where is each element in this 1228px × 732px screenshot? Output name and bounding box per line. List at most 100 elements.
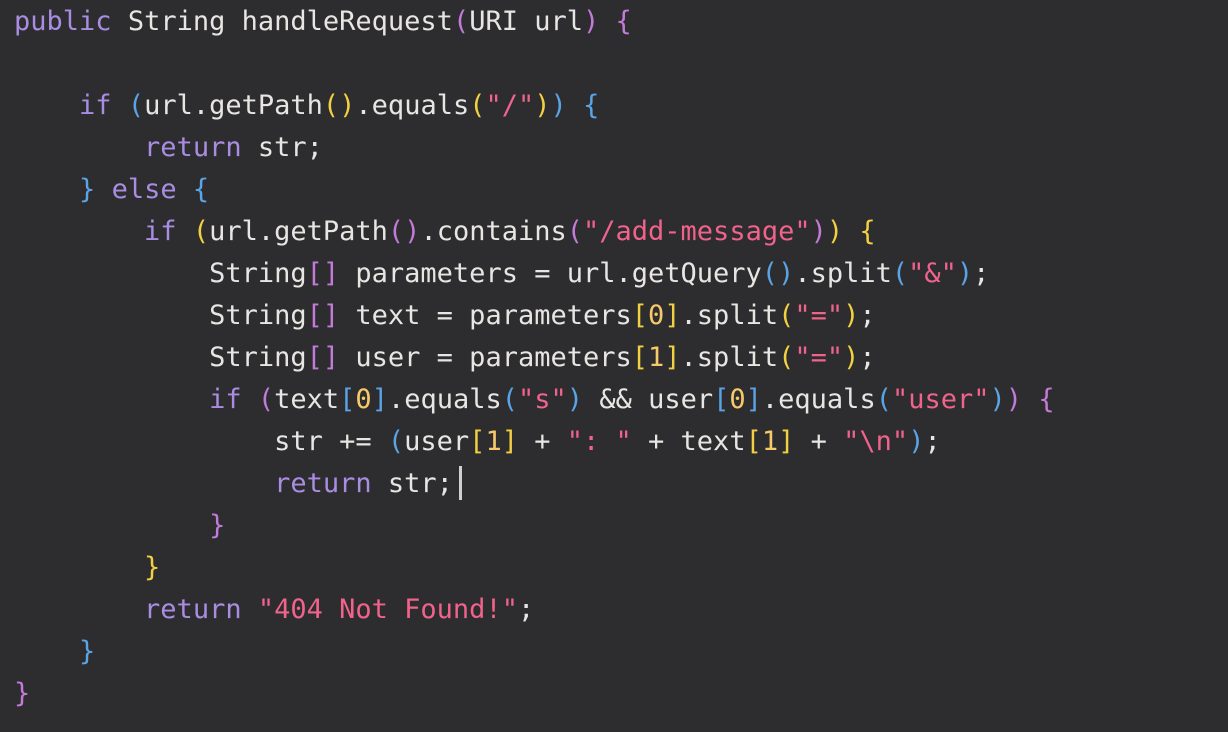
code-token: ] (778, 426, 795, 457)
code-token: .split (794, 258, 892, 289)
code-token: + (517, 426, 567, 457)
code-token: ; (517, 594, 535, 625)
code-token: url (517, 6, 584, 37)
code-line[interactable]: } (14, 673, 1228, 715)
code-token: "/add-message" (583, 216, 811, 247)
code-token: [] (306, 258, 340, 289)
code-token: ( (875, 384, 892, 415)
code-token: str; (241, 132, 323, 163)
code-token: 1 (761, 426, 779, 457)
code-token: ) (778, 258, 795, 289)
code-token: } (79, 174, 96, 205)
code-token: url.getPath (209, 216, 388, 247)
code-token: user (404, 426, 470, 457)
code-line[interactable]: if (url.getPath().contains("/add-message… (14, 211, 1228, 253)
code-area[interactable]: public String handleRequest(URI url) { i… (14, 0, 1228, 715)
code-token: ( (469, 90, 486, 121)
code-token: String (127, 6, 226, 37)
code-token: { (1038, 384, 1055, 415)
code-token: ( (387, 426, 405, 457)
code-token: ) (908, 426, 925, 457)
code-token: ) (810, 216, 827, 247)
code-token: ( (387, 216, 405, 247)
code-token: ) (534, 90, 551, 121)
code-token: URI (469, 6, 518, 37)
code-token: ) (843, 342, 860, 373)
code-token: ( (192, 216, 210, 247)
code-token: ( (778, 342, 795, 373)
code-token: ( (501, 384, 519, 415)
code-token: "/" (485, 90, 535, 121)
code-token: ) (826, 216, 844, 247)
code-token: str; (371, 468, 453, 499)
code-token: String (209, 258, 307, 289)
code-token: ) (339, 90, 356, 121)
code-line[interactable]: String[] text = parameters[0].split("=")… (14, 295, 1228, 337)
code-line[interactable]: if (text[0].equals("s") && user[0].equal… (14, 379, 1228, 421)
code-token: [ (745, 426, 762, 457)
code-line[interactable]: } (14, 505, 1228, 547)
code-token: .equals (761, 384, 876, 415)
code-token: [ (631, 300, 649, 331)
code-line[interactable]: public String handleRequest(URI url) { (14, 1, 1228, 43)
code-token: if (209, 384, 242, 415)
code-token: else (111, 174, 177, 205)
code-token: "\n" (843, 426, 909, 457)
code-token: ; (924, 426, 941, 457)
code-token: ( (778, 300, 795, 331)
code-token: ( (322, 90, 340, 121)
code-line[interactable]: } (14, 547, 1228, 589)
code-line[interactable]: String[] user = parameters[1].split("=")… (14, 337, 1228, 379)
code-token: [] (306, 300, 340, 331)
code-token: String (209, 300, 307, 331)
code-token: ( (761, 258, 779, 289)
code-line[interactable]: return "404 Not Found!"; (14, 589, 1228, 631)
code-token: handleRequest (225, 6, 453, 37)
code-line[interactable]: return str; (14, 463, 1228, 505)
code-token: text (274, 384, 340, 415)
code-token: ( (127, 90, 145, 121)
code-token: "s" (518, 384, 567, 415)
code-token: 0 (729, 384, 746, 415)
text-cursor (458, 466, 462, 500)
code-line[interactable]: return str; (14, 127, 1228, 169)
code-token: ] (664, 342, 681, 373)
code-line[interactable]: str += (user[1] + ": " + text[1] + "\n")… (14, 421, 1228, 463)
code-token: + (794, 426, 844, 457)
code-token: [ (339, 384, 356, 415)
code-line[interactable]: } (14, 631, 1228, 673)
code-token: ] (745, 384, 762, 415)
code-token: .equals (355, 90, 470, 121)
code-line[interactable]: String[] parameters = url.getQuery().spl… (14, 253, 1228, 295)
code-token: String (209, 342, 307, 373)
code-token: { (583, 90, 600, 121)
code-token: } (144, 552, 161, 583)
code-editor[interactable]: public String handleRequest(URI url) { i… (0, 0, 1228, 732)
code-token: "user" (891, 384, 990, 415)
code-token: return (144, 132, 242, 163)
code-line[interactable]: if (url.getPath().equals("/")) { (14, 85, 1228, 127)
code-token: url.getPath (144, 90, 323, 121)
code-line[interactable]: } else { (14, 169, 1228, 211)
code-token: ) (566, 384, 584, 415)
code-line[interactable] (14, 43, 1228, 85)
code-token: } (14, 678, 31, 709)
code-token: ( (891, 258, 909, 289)
code-token: { (192, 174, 210, 205)
